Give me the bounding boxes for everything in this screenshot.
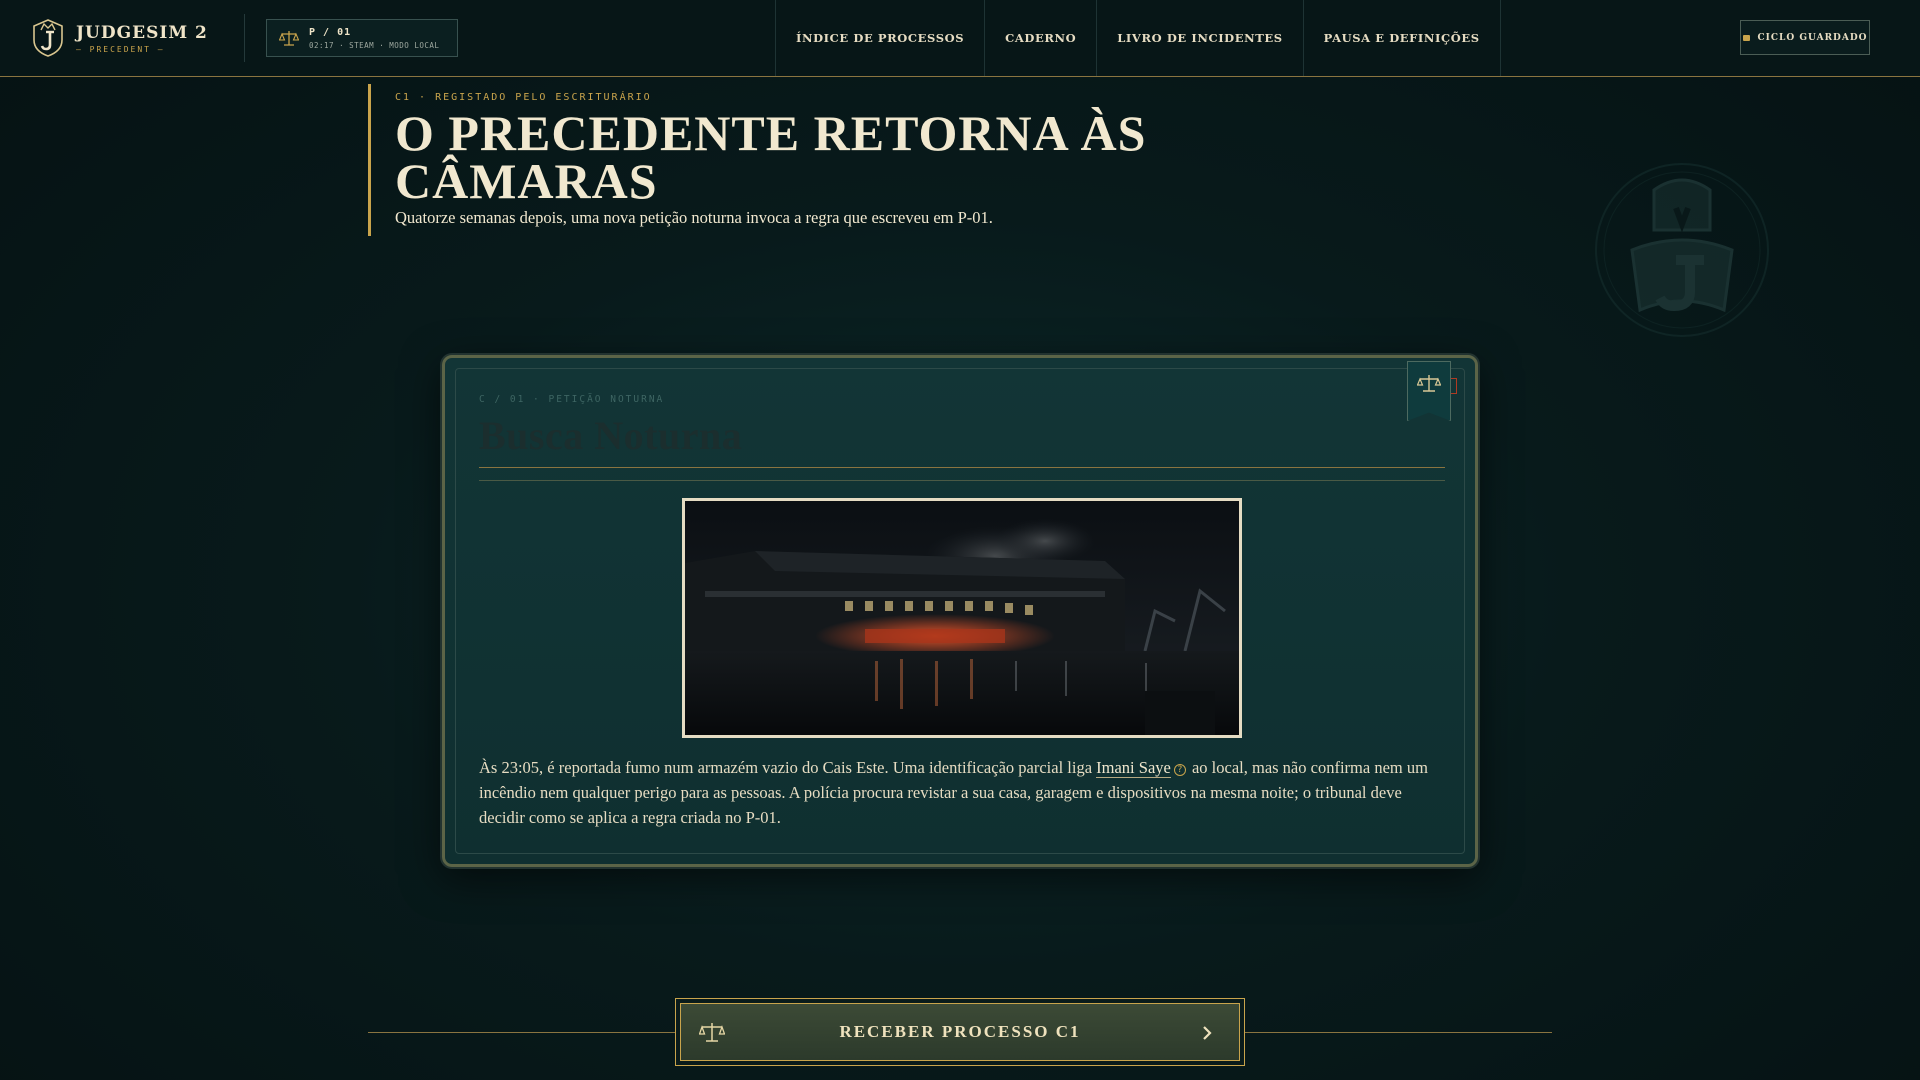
case-description: Às 23:05, é reportada fumo num armazém v… [479, 755, 1429, 830]
page-title: O PRECEDENTE RETORNA ÀS CÂMARAS [395, 105, 1147, 209]
warehouse-night-image [682, 498, 1242, 738]
help-icon[interactable]: ? [1173, 764, 1186, 776]
scales-icon [1417, 375, 1441, 392]
chapter-heading: C1 · REGISTADO PELO ESCRITURÁRIO O PRECE… [368, 84, 1268, 236]
app-subtitle: — PRECEDENT — [76, 44, 165, 54]
app-title: JUDGESIM 2 [76, 22, 208, 43]
save-status-button[interactable]: CICLO GUARDADO [1740, 20, 1870, 55]
judgesim-crest-icon [33, 19, 63, 57]
bookmark-tab [1451, 378, 1457, 394]
divider [244, 14, 245, 62]
main-nav: ÍNDICE DE PROCESSOS CADERNO LIVRO DE INC… [775, 0, 1501, 76]
scales-icon [279, 31, 299, 46]
warehouse-scene-illustration [685, 501, 1239, 735]
session-id: P / 01 [309, 26, 352, 38]
card-title: Busca Noturna [479, 413, 743, 458]
nav-item-incident-log[interactable]: LIVRO DE INCIDENTES [1097, 0, 1304, 76]
emblem-watermark-icon [1595, 163, 1769, 337]
save-status-label: CICLO GUARDADO [1757, 32, 1868, 43]
divider [479, 480, 1445, 481]
nav-item-case-index[interactable]: ÍNDICE DE PROCESSOS [776, 0, 986, 76]
chevron-right-icon [1203, 1026, 1212, 1040]
scales-icon [699, 1023, 725, 1042]
brand[interactable]: JUDGESIM 2 — PRECEDENT — [30, 18, 208, 58]
page-subtitle: Quatorze semanas depois, uma nova petiçã… [395, 208, 993, 227]
card-kicker: C / 01 · PETIÇÃO NOTURNA [479, 394, 665, 405]
divider [479, 467, 1445, 468]
chapter-kicker: C1 · REGISTADO PELO ESCRITURÁRIO [395, 92, 652, 103]
session-meta: 02:17 · STEAM · MODO LOCAL [309, 40, 440, 50]
person-link-imani-saye[interactable]: Imani Saye [1096, 758, 1171, 778]
top-bar: JUDGESIM 2 — PRECEDENT — P / 01 02:17 · … [0, 0, 1920, 77]
case-card: C / 01 · PETIÇÃO NOTURNA Busca Noturna À… [442, 355, 1478, 867]
receive-case-label: RECEBER PROCESSO C1 [839, 1022, 1081, 1041]
nav-item-notebook[interactable]: CADERNO [985, 0, 1098, 76]
nav-item-pause-settings[interactable]: PAUSA E DEFINIÇÕES [1304, 0, 1501, 76]
receive-case-button[interactable]: RECEBER PROCESSO C1 [675, 998, 1245, 1066]
save-indicator-icon [1742, 34, 1750, 41]
session-indicator[interactable]: P / 01 02:17 · STEAM · MODO LOCAL [266, 19, 458, 57]
case-text-before: Às 23:05, é reportada fumo num armazém v… [479, 758, 1097, 777]
